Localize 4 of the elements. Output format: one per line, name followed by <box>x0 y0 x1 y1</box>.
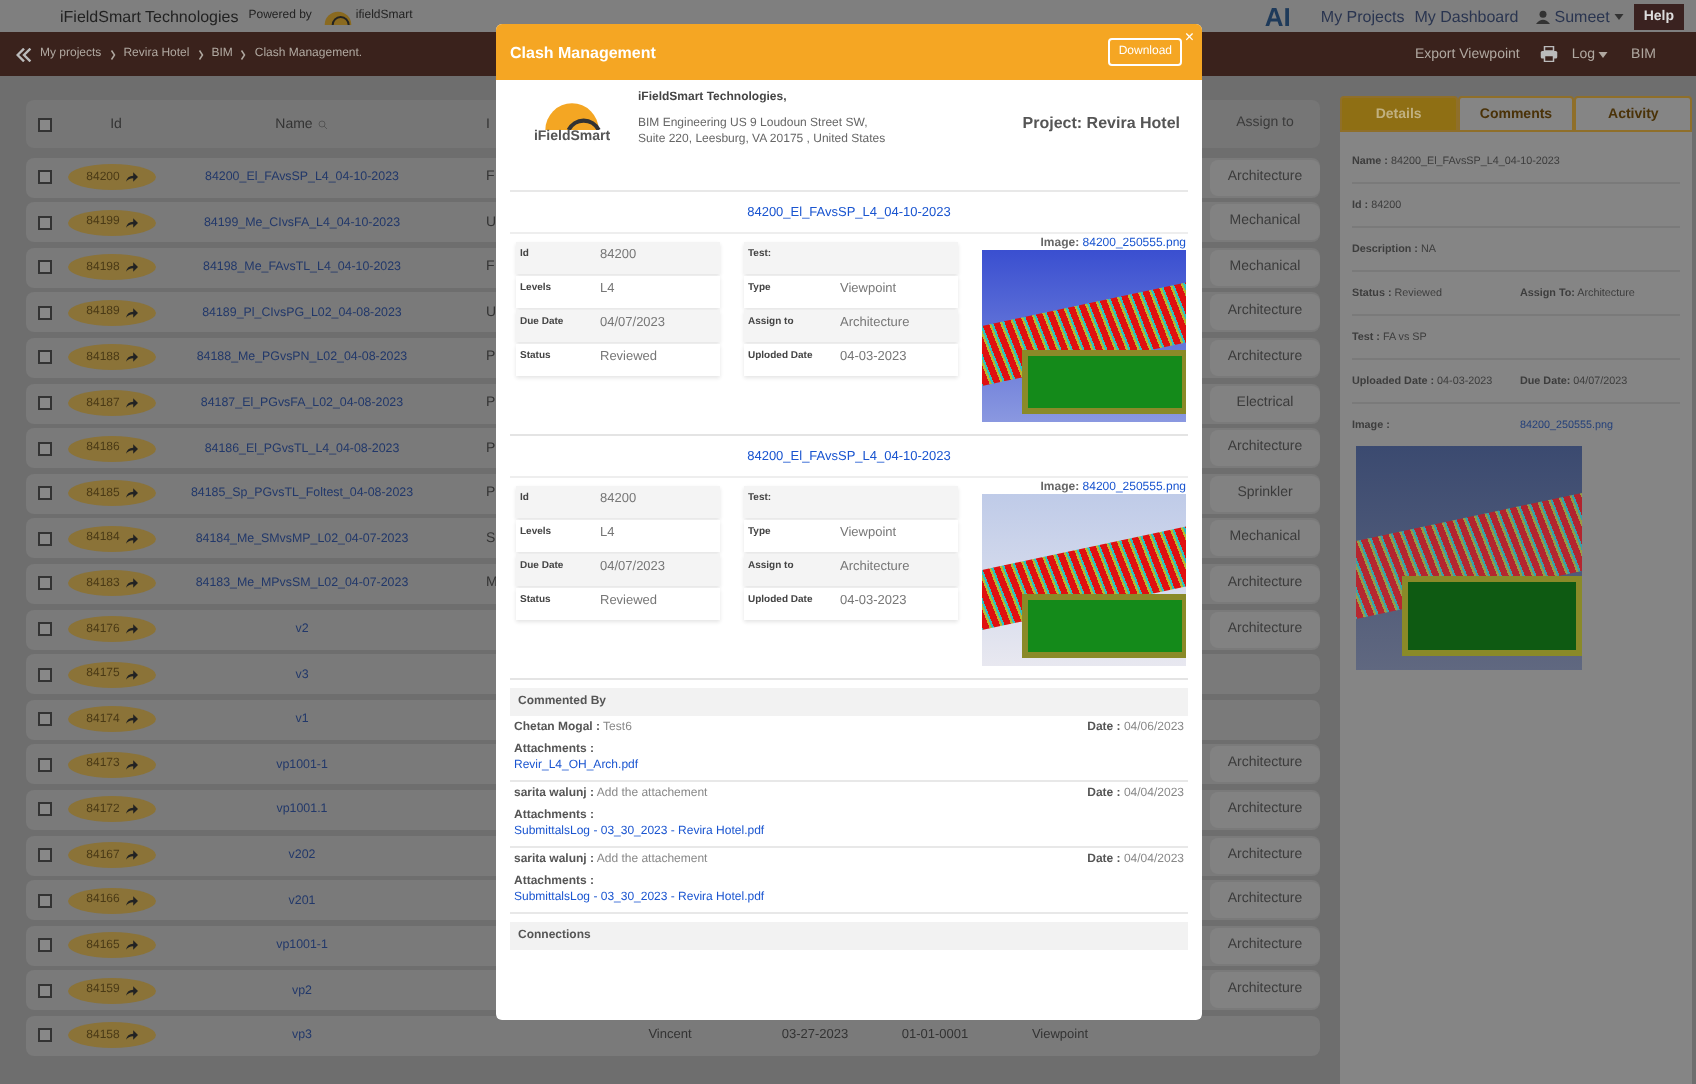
dialog-title: Clash Management <box>510 43 658 61</box>
project-title: Project: Revira Hotel <box>1022 114 1180 132</box>
ai-logo: AI <box>1264 1 1291 31</box>
company-name: iFieldSmart Technologies <box>60 7 239 25</box>
